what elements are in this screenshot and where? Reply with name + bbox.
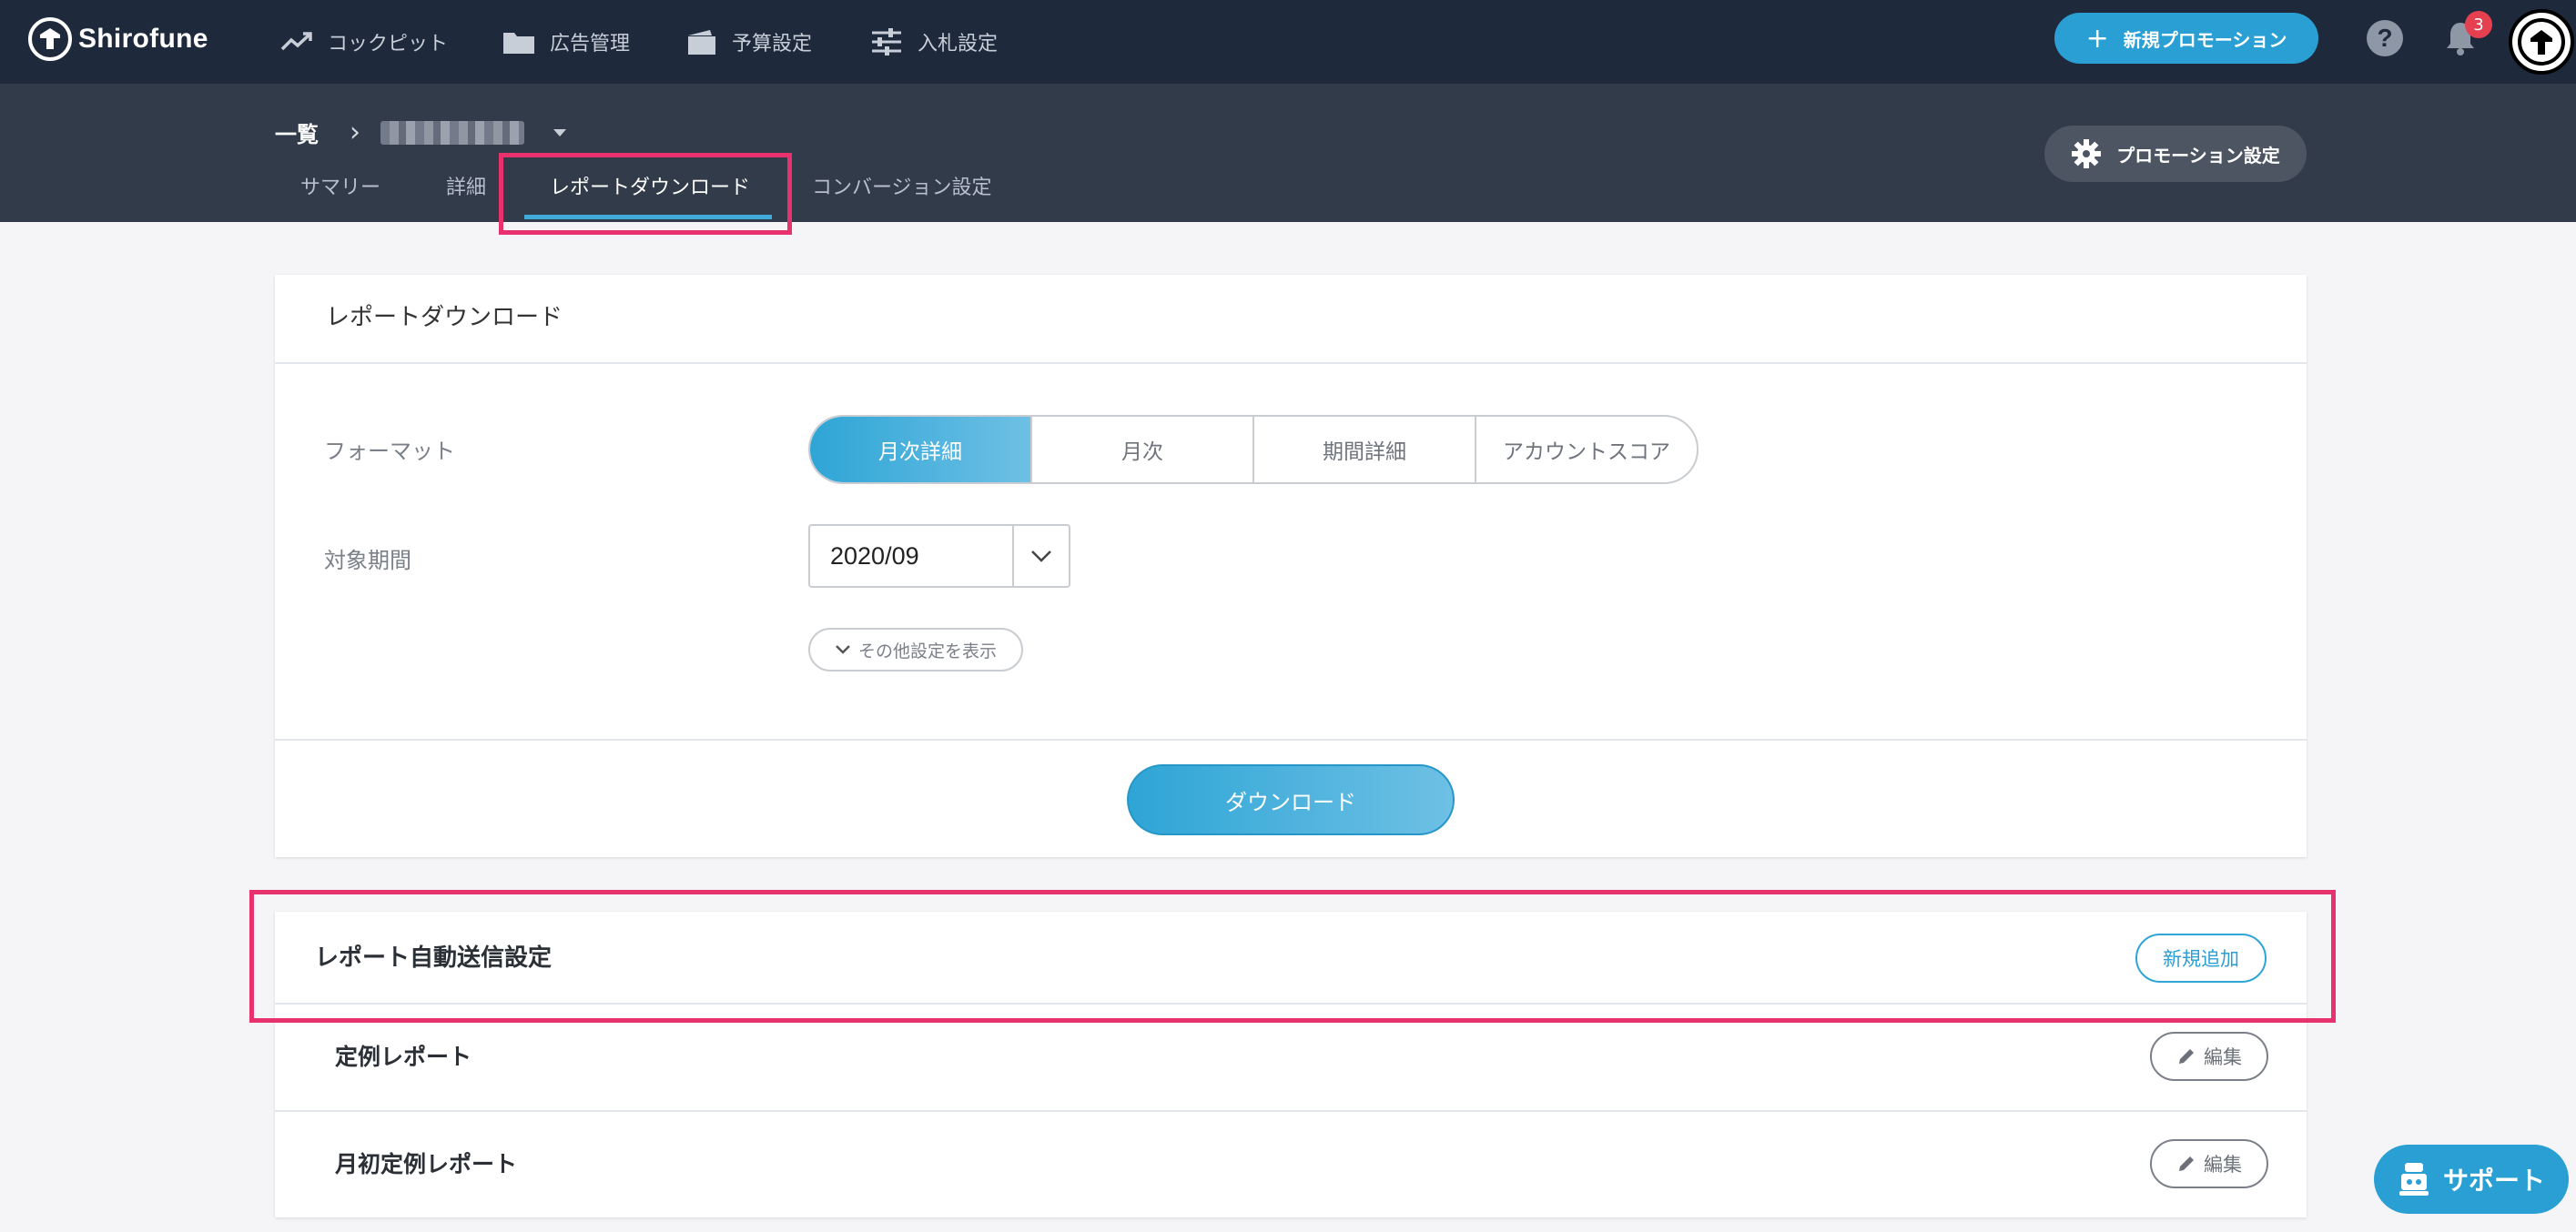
breadcrumb: 一覧 ›	[275, 116, 566, 148]
format-option-period-detail[interactable]: 期間詳細	[1254, 417, 1476, 482]
shirofune-logo-icon	[28, 17, 72, 61]
format-option-monthly-detail[interactable]: 月次詳細	[810, 417, 1032, 482]
brand-logo[interactable]: Shirofune	[27, 16, 208, 62]
nav-budget-label: 予算設定	[732, 33, 813, 56]
report-name-regular: 定例レポート	[335, 1044, 472, 1070]
tab-summary[interactable]: サマリー	[300, 171, 380, 213]
nav-cockpit[interactable]: コックピット	[280, 0, 448, 84]
folder-icon	[503, 33, 534, 54]
edit-label: 編集	[2204, 1046, 2242, 1068]
add-auto-send-button[interactable]: 新規追加	[2135, 934, 2267, 983]
nav-ad-management[interactable]: 広告管理	[502, 0, 630, 84]
format-selector: 月次詳細 月次 期間詳細 アカウントスコア	[808, 415, 1699, 484]
pencil-icon	[2179, 1049, 2194, 1064]
brand-name: Shirofune	[78, 24, 208, 54]
notification-badge: 3	[2465, 11, 2492, 38]
format-label: フォーマット	[324, 439, 455, 464]
show-more-settings-button[interactable]: その他設定を表示	[808, 628, 1023, 672]
help-icon[interactable]: ?	[2367, 20, 2403, 56]
caret-down-icon[interactable]	[553, 128, 566, 136]
active-tab-indicator	[524, 215, 772, 219]
edit-regular-report-button[interactable]: 編集	[2150, 1032, 2268, 1081]
tab-report-download[interactable]: レポートダウンロード	[550, 171, 750, 213]
auto-send-title: レポート自動送信設定	[315, 944, 553, 972]
promotion-settings-label: プロモーション設定	[2116, 144, 2280, 167]
panel-divider	[275, 362, 2307, 364]
robot-icon	[2399, 1163, 2429, 1196]
promotion-settings-button[interactable]: プロモーション設定	[2044, 126, 2307, 182]
tab-conversion-settings[interactable]: コンバージョン設定	[812, 171, 992, 213]
show-more-settings-label: その他設定を表示	[857, 641, 997, 661]
edit-label: 編集	[2204, 1154, 2242, 1176]
support-label: サポート	[2442, 1166, 2545, 1196]
avatar[interactable]	[2509, 9, 2574, 75]
plus-icon: +	[2085, 22, 2109, 55]
period-dropdown-toggle[interactable]	[1012, 526, 1069, 586]
chevron-down-icon	[836, 645, 850, 654]
period-value: 2020/09	[830, 541, 919, 570]
trend-icon	[280, 32, 312, 51]
breadcrumb-root[interactable]: 一覧	[275, 116, 319, 148]
panel-divider	[275, 739, 2307, 741]
new-promotion-label: 新規プロモーション	[2123, 28, 2287, 51]
nav-bid-label: 入札設定	[918, 33, 999, 56]
top-navigation: Shirofune コックピット 広告管理 予算設定 入札設定 + 新規プロモー…	[0, 0, 2576, 84]
wallet-icon	[688, 30, 715, 55]
edit-month-start-report-button[interactable]: 編集	[2150, 1139, 2268, 1188]
format-option-monthly[interactable]: 月次	[1032, 417, 1254, 482]
chevron-down-icon	[1031, 550, 1051, 562]
promotion-header: 一覧 › プロモーション設定	[0, 84, 2576, 222]
report-download-title: レポートダウンロード	[326, 304, 563, 331]
new-promotion-button[interactable]: + 新規プロモーション	[2054, 13, 2318, 64]
row-divider	[275, 1110, 2307, 1112]
nav-bid[interactable]: 入札設定	[870, 0, 998, 84]
report-name-month-start: 月初定例レポート	[335, 1151, 518, 1177]
period-label: 対象期間	[324, 548, 411, 573]
user-avatar-icon	[2518, 18, 2565, 66]
nav-ad-management-label: 広告管理	[550, 33, 631, 56]
format-option-account-score[interactable]: アカウントスコア	[1476, 417, 1697, 482]
period-select[interactable]: 2020/09	[808, 524, 1070, 588]
nav-cockpit-label: コックピット	[328, 33, 449, 56]
promotion-name-blurred[interactable]	[380, 120, 524, 145]
sliders-icon	[872, 28, 901, 56]
tab-details[interactable]: 詳細	[446, 171, 486, 213]
support-button[interactable]: サポート	[2374, 1145, 2569, 1214]
chevron-right-icon: ›	[350, 116, 360, 148]
download-button[interactable]: ダウンロード	[1127, 764, 1455, 835]
gear-icon	[2072, 139, 2102, 168]
auto-send-panel: レポート自動送信設定 定例レポート 月初定例レポート	[275, 912, 2307, 1217]
pencil-icon	[2179, 1156, 2194, 1171]
panel-divider	[275, 1003, 2307, 1005]
nav-budget[interactable]: 予算設定	[686, 0, 812, 84]
